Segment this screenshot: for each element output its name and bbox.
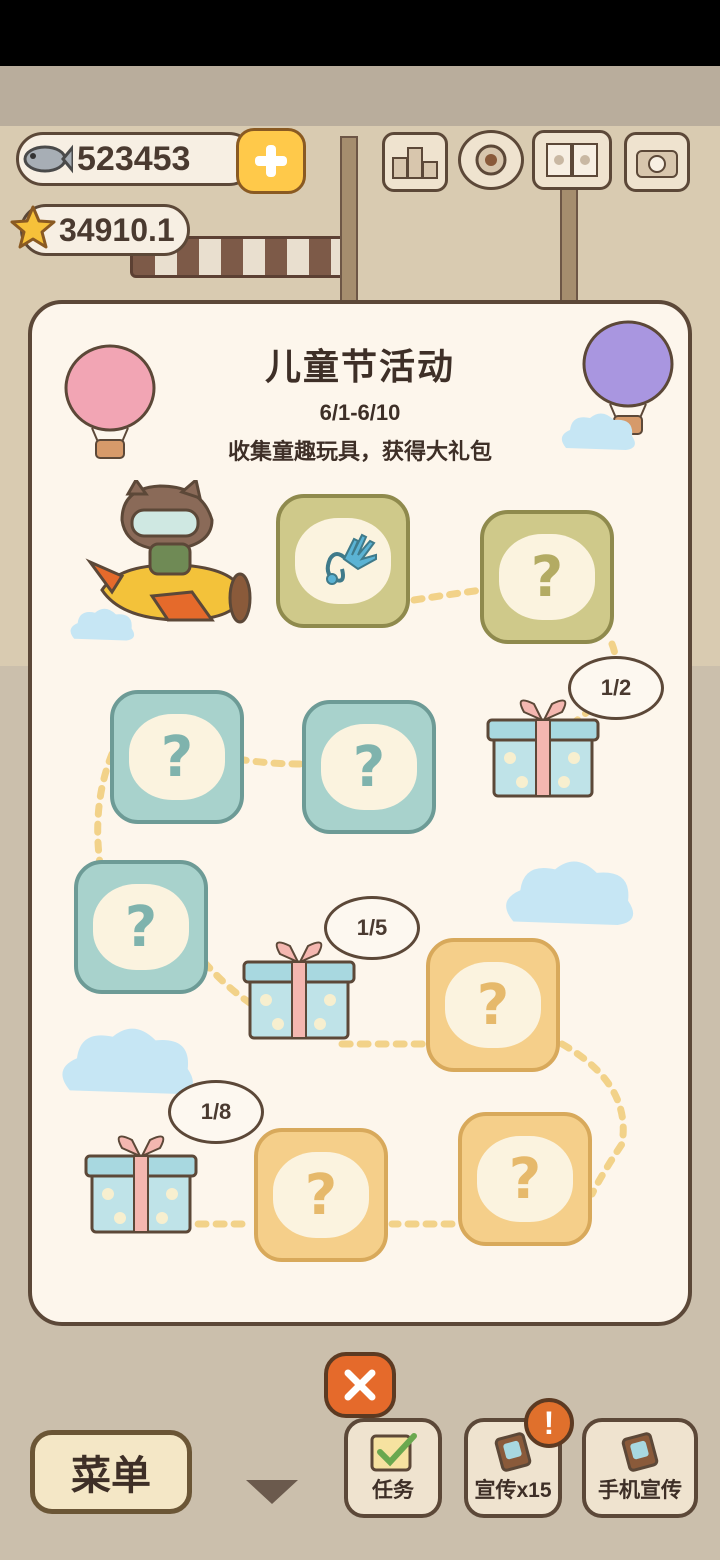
menu-button[interactable]: 菜单 [30,1430,192,1514]
question-mark: ? [304,1162,338,1228]
task-label: 任务 [372,1479,414,1502]
star-count: 34910.1 [59,211,175,248]
question-mark: ? [508,1146,542,1212]
question-mark: ? [530,544,564,610]
gift-progress: 1/2 [600,675,632,700]
camera-icon[interactable] [624,132,690,192]
chevron-down-icon[interactable] [246,1480,298,1504]
gift-progress-bubble: 1/8 [168,1080,264,1144]
task-button[interactable]: 任务 [344,1418,442,1518]
question-mark: ? [124,894,158,960]
gift-progress-bubble: 1/2 [568,656,664,720]
toy-slot-locked[interactable]: ? [302,700,436,834]
settings-gear-icon[interactable] [458,130,524,190]
toy-slot-locked[interactable]: ? [426,938,560,1072]
question-mark: ? [160,724,194,790]
toy-slot-collected[interactable] [276,494,410,628]
fish-currency: 523453 [16,132,256,186]
toy-slot-locked[interactable]: ? [110,690,244,824]
pilot-cat-character [85,480,252,624]
gift-progress: 1/8 [200,1099,232,1124]
toy-slot-locked[interactable]: ? [458,1112,592,1246]
phone-flyer-icon [621,1432,659,1472]
toy-slot-locked[interactable]: ? [74,860,208,994]
toy-slot-locked[interactable]: ? [480,510,614,644]
add-fish-button[interactable] [236,128,306,194]
status-bar [0,0,720,66]
fish-count: 523453 [77,139,191,178]
gift-progress-bubble: 1/5 [324,896,420,960]
question-mark: ? [476,972,510,1038]
close-icon [344,1369,376,1401]
menu-label: 菜单 [71,1454,151,1498]
leaderboard-icon[interactable] [382,132,448,192]
event-panel: 儿童节活动 6/1-6/10 收集童趣玩具，获得大礼包 ? ? ? 1/2 ? … [28,300,692,1326]
promote-label: 宣传x15 [474,1479,552,1502]
star-icon [10,205,56,249]
phone-promote-button[interactable]: 手机宣传 [582,1418,698,1518]
fish-icon [23,144,73,174]
catbook-icon[interactable] [532,130,612,190]
toy-hand-icon [325,533,377,585]
close-button[interactable] [324,1352,396,1418]
gift-progress: 1/5 [356,915,388,940]
phone-promote-label: 手机宣传 [598,1479,682,1502]
notification-badge: ! [524,1398,574,1448]
question-mark: ? [352,734,386,800]
toy-slot-locked[interactable]: ? [254,1128,388,1262]
gift-box-icon[interactable] [82,1130,200,1236]
task-checklist-icon [370,1433,417,1472]
plus-icon [255,145,287,177]
